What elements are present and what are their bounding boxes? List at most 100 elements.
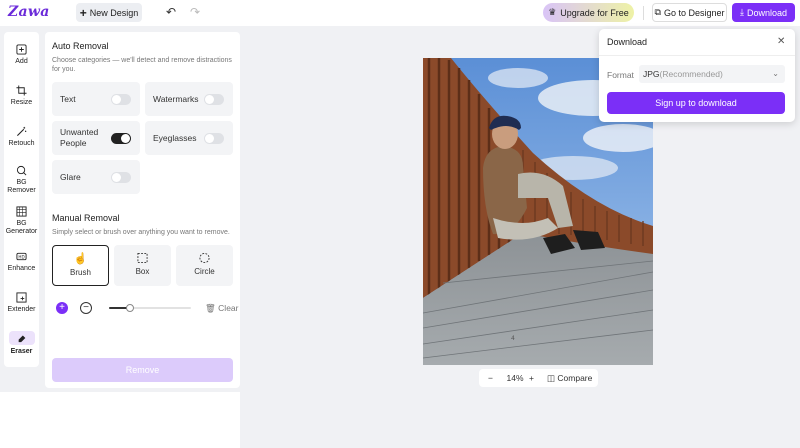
option-label: Eyeglasses xyxy=(153,133,197,143)
nav-label-add: Add xyxy=(15,58,28,65)
tool-label: Circle xyxy=(194,267,215,276)
manual-removal-title: Manual Removal xyxy=(52,213,120,223)
clear-label: Clear xyxy=(218,303,239,313)
go-to-designer-button[interactable]: ⧉ Go to Designer xyxy=(652,3,727,22)
nav-label-retouch: Retouch xyxy=(8,140,35,147)
dashed-circle-icon xyxy=(199,252,210,264)
go-designer-label: Go to Designer xyxy=(663,7,725,18)
close-icon[interactable]: ✕ xyxy=(777,36,785,47)
nav-item-extender[interactable]: Extender xyxy=(4,292,39,314)
zoom-level: 14% xyxy=(506,373,524,383)
plus-icon: + xyxy=(79,5,87,20)
nav-label-resize: Resize xyxy=(10,99,33,106)
svg-text:HD: HD xyxy=(18,254,24,259)
option-label: Glare xyxy=(60,172,81,182)
option-eyeglasses[interactable]: Eyeglasses xyxy=(145,121,233,155)
upgrade-label: Upgrade for Free xyxy=(560,7,629,18)
redo-icon[interactable]: ↷ xyxy=(190,5,200,19)
brush-size-slider[interactable] xyxy=(109,304,191,312)
crop-icon xyxy=(16,85,27,96)
compare-label: Compare xyxy=(557,372,593,383)
add-brush-mode-icon[interactable]: + xyxy=(56,302,68,314)
text-toggle[interactable] xyxy=(111,94,131,105)
format-note: (Recommended) xyxy=(659,69,723,79)
watermarks-toggle[interactable] xyxy=(204,94,224,105)
tool-brush[interactable]: ☝ Brush xyxy=(52,245,109,286)
nav-label-enhance: Enhance xyxy=(7,265,36,272)
magic-wand-icon xyxy=(16,126,27,137)
format-select[interactable]: JPG(Recommended) ⌄ xyxy=(639,65,785,83)
sign-up-to-download-button[interactable]: Sign up to download xyxy=(607,92,785,114)
eraser-icon-wrap xyxy=(8,331,35,345)
compare-button[interactable]: ◫ Compare xyxy=(547,373,592,384)
tool-box[interactable]: Box xyxy=(114,245,171,286)
bottom-left-strip xyxy=(0,392,240,448)
bg-generator-icon xyxy=(16,206,27,217)
download-dropdown-title: Download xyxy=(607,37,648,47)
nav-item-bg-remover[interactable]: BG Remover xyxy=(4,165,39,195)
download-label: Download xyxy=(746,7,787,18)
zoom-out-icon[interactable]: − xyxy=(488,373,498,383)
trash-icon: 🗑 xyxy=(205,303,216,313)
option-watermarks[interactable]: Watermarks xyxy=(145,82,233,116)
auto-removal-title: Auto Removal xyxy=(52,41,109,51)
nav-label-extender: Extender xyxy=(7,306,36,313)
zoom-in-icon[interactable]: + xyxy=(529,373,539,383)
option-label: Text xyxy=(60,94,76,104)
unwanted-people-toggle[interactable] xyxy=(111,133,131,144)
glare-toggle[interactable] xyxy=(111,172,131,183)
nav-item-eraser[interactable]: Eraser xyxy=(4,331,39,356)
new-design-label: New Design xyxy=(89,7,139,18)
manual-removal-description: Simply select or brush over anything you… xyxy=(52,229,230,236)
remove-button[interactable]: Remove xyxy=(52,358,233,382)
hd-icon: HD xyxy=(16,252,27,261)
nav-item-retouch[interactable]: Retouch xyxy=(4,126,39,148)
option-text[interactable]: Text xyxy=(52,82,140,116)
eraser-icon xyxy=(18,335,25,343)
eyeglasses-toggle[interactable] xyxy=(204,133,224,144)
nav-label-eraser: Eraser xyxy=(10,348,33,355)
nav-item-enhance[interactable]: HD Enhance xyxy=(4,251,39,273)
compare-icon: ◫ xyxy=(547,372,556,383)
app-logo[interactable]: Zawa xyxy=(8,4,50,20)
topbar-divider xyxy=(643,6,644,20)
hand-pointer-icon: ☝ xyxy=(73,253,88,265)
nav-item-resize[interactable]: Resize xyxy=(4,85,39,107)
option-label: Watermarks xyxy=(153,94,199,104)
add-square-icon xyxy=(16,44,27,55)
bg-remover-icon xyxy=(16,165,27,176)
format-label: Format xyxy=(607,70,634,80)
left-nav: Add Resize Retouch BG Remover BG Generat… xyxy=(4,32,39,367)
download-divider xyxy=(599,55,795,56)
nav-label-bg-remover: BG Remover xyxy=(7,179,36,194)
tool-label: Brush xyxy=(70,268,91,277)
tool-label: Box xyxy=(135,267,150,276)
svg-text:4: 4 xyxy=(511,335,515,342)
nav-item-add[interactable]: Add xyxy=(4,44,39,66)
extend-icon xyxy=(16,292,27,303)
dashed-square-icon xyxy=(137,252,148,264)
chevron-down-icon: ⌄ xyxy=(772,69,779,78)
nav-label-bg-generator: BG Generator xyxy=(5,220,38,235)
option-glare[interactable]: Glare xyxy=(52,160,140,194)
zoom-toolbar: − 14% + ◫ Compare xyxy=(479,369,598,387)
format-value: JPG xyxy=(643,69,660,79)
eraser-panel: Auto Removal Choose categories — we'll d… xyxy=(45,32,240,388)
auto-removal-description: Choose categories — we'll detect and rem… xyxy=(52,57,232,73)
designer-icon: ⧉ xyxy=(654,7,661,17)
undo-icon[interactable]: ↶ xyxy=(166,5,176,19)
clear-button[interactable]: 🗑 Clear xyxy=(205,303,238,314)
upgrade-button[interactable]: ♛ Upgrade for Free xyxy=(543,3,634,22)
brush-size-handle[interactable] xyxy=(125,304,134,312)
download-icon: ⤓ xyxy=(739,7,744,17)
option-unwanted-people[interactable]: Unwanted People xyxy=(52,121,140,155)
download-button[interactable]: ⤓ Download xyxy=(732,3,795,22)
top-bar: Zawa + New Design ↶ ↷ ♛ Upgrade for Free… xyxy=(0,0,800,26)
download-dropdown: Download ✕ Format JPG(Recommended) ⌄ Sig… xyxy=(599,29,795,122)
crown-icon: ♛ xyxy=(548,7,557,17)
new-design-button[interactable]: + New Design xyxy=(76,3,142,22)
subtract-brush-mode-icon[interactable]: − xyxy=(80,302,92,314)
tool-circle[interactable]: Circle xyxy=(176,245,233,286)
option-label: Unwanted People xyxy=(60,127,99,148)
nav-item-bg-generator[interactable]: BG Generator xyxy=(4,206,39,236)
